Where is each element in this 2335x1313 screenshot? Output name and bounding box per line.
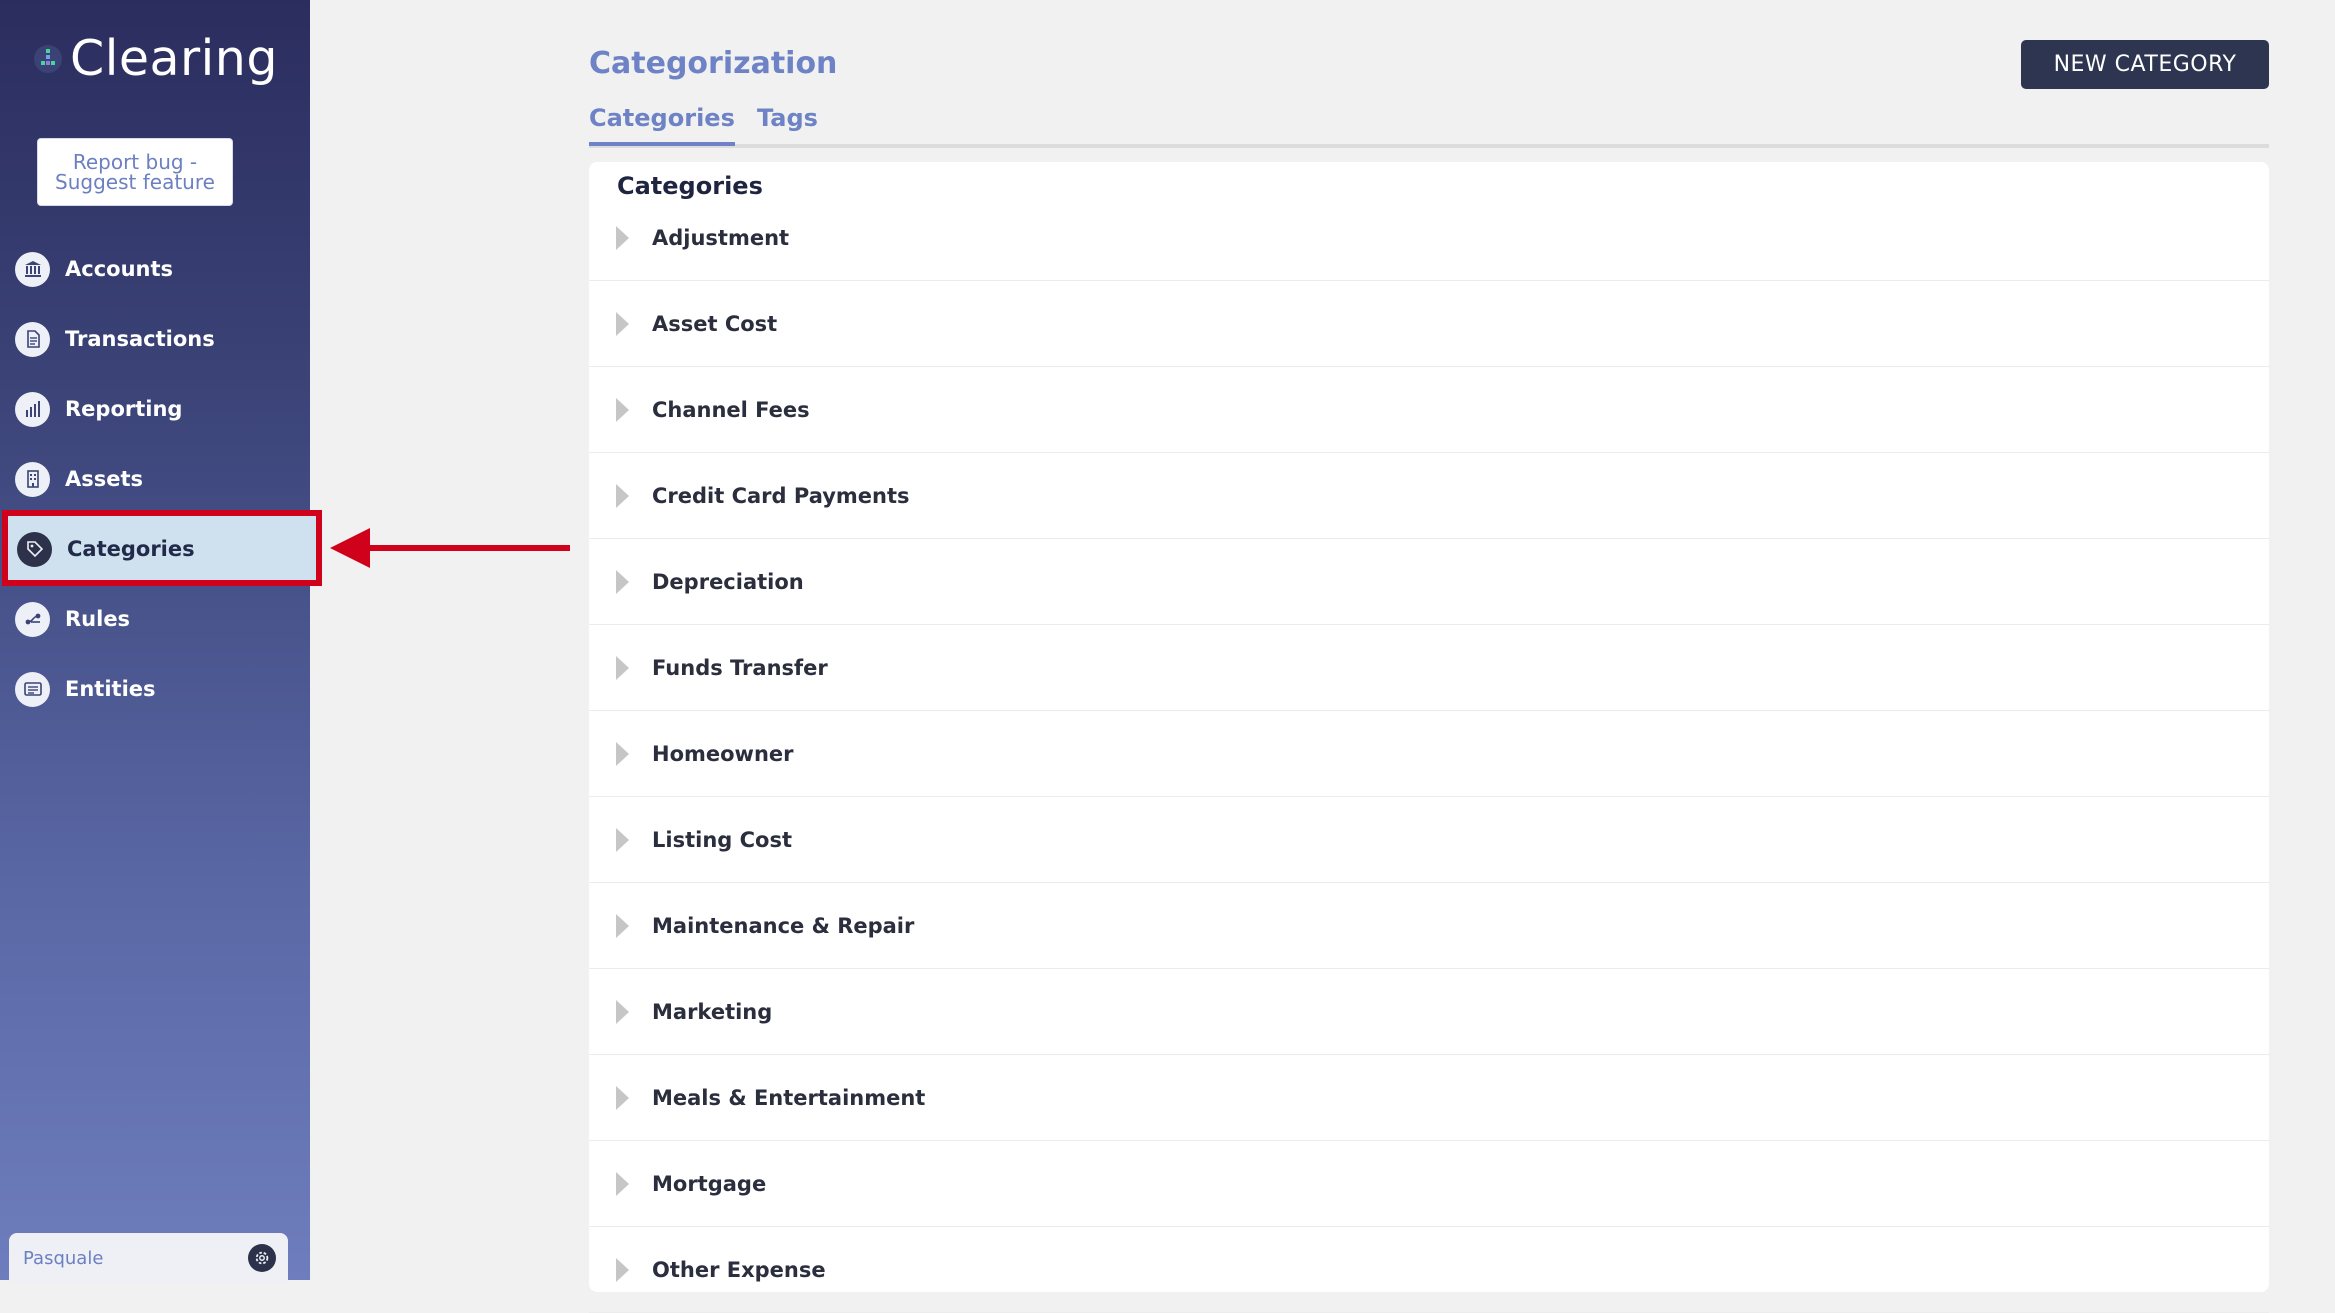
sidebar-item-transactions[interactable]: Transactions: [0, 304, 310, 374]
category-label: Channel Fees: [652, 398, 810, 422]
bank-icon: [15, 251, 50, 287]
category-row[interactable]: Asset Cost: [589, 282, 2269, 367]
category-label: Meals & Entertainment: [652, 1086, 926, 1110]
expand-caret-icon[interactable]: [616, 570, 629, 594]
category-label: Homeowner: [652, 742, 794, 766]
category-label: Depreciation: [652, 570, 804, 594]
sidebar-item-accounts[interactable]: Accounts: [0, 234, 310, 304]
tab-categories[interactable]: Categories: [589, 104, 735, 146]
app-logo[interactable]: Clearing: [32, 30, 278, 87]
category-row[interactable]: Marketing: [589, 970, 2269, 1055]
document-icon: [15, 321, 50, 357]
expand-caret-icon[interactable]: [616, 312, 629, 336]
category-row[interactable]: Meals & Entertainment: [589, 1056, 2269, 1141]
tab-tags[interactable]: Tags: [757, 104, 818, 142]
sidebar-item-assets[interactable]: Assets: [0, 444, 310, 514]
user-name: Pasquale: [23, 1247, 104, 1269]
sidebar-item-label: Categories: [67, 537, 195, 561]
report-bug-label-line1: Report bug -: [72, 150, 198, 174]
category-row[interactable]: Listing Cost: [589, 798, 2269, 883]
category-row[interactable]: Homeowner: [589, 712, 2269, 797]
category-label: Credit Card Payments: [652, 484, 910, 508]
building-icon: [15, 461, 50, 497]
expand-caret-icon[interactable]: [616, 1000, 629, 1024]
category-label: Adjustment: [652, 226, 790, 250]
expand-caret-icon[interactable]: [616, 226, 629, 250]
list-card-icon: [15, 671, 50, 707]
category-label: Funds Transfer: [652, 656, 828, 680]
expand-caret-icon[interactable]: [616, 1086, 629, 1110]
sidebar-item-rules[interactable]: Rules: [0, 584, 310, 654]
tab-bar: Categories Tags: [589, 104, 2269, 148]
logo-mark-icon: [34, 44, 62, 73]
category-row[interactable]: Funds Transfer: [589, 626, 2269, 711]
sidebar-item-label: Reporting: [65, 397, 183, 421]
expand-caret-icon[interactable]: [616, 484, 629, 508]
expand-caret-icon[interactable]: [616, 742, 629, 766]
report-bug-button[interactable]: Report bug - Suggest feature: [37, 138, 233, 206]
sidebar-item-reporting[interactable]: Reporting: [0, 374, 310, 444]
sidebar-item-label: Transactions: [65, 327, 215, 351]
expand-caret-icon[interactable]: [616, 656, 629, 680]
rules-icon: [15, 601, 50, 637]
category-label: Asset Cost: [652, 312, 778, 336]
category-row[interactable]: Maintenance & Repair: [589, 884, 2269, 969]
expand-caret-icon[interactable]: [616, 914, 629, 938]
settings-gear-icon[interactable]: [248, 1244, 276, 1272]
expand-caret-icon[interactable]: [616, 398, 629, 422]
app-name: Clearing: [70, 30, 278, 87]
sidebar-item-categories[interactable]: Categories: [2, 514, 318, 584]
category-row[interactable]: Other Expense: [589, 1228, 2269, 1313]
category-row[interactable]: Credit Card Payments: [589, 454, 2269, 539]
category-row[interactable]: Mortgage: [589, 1142, 2269, 1227]
sidebar-item-entities[interactable]: Entities: [0, 654, 310, 724]
expand-caret-icon[interactable]: [616, 1258, 629, 1282]
user-bar[interactable]: Pasquale: [9, 1233, 288, 1283]
category-label: Mortgage: [652, 1172, 767, 1196]
category-row[interactable]: Adjustment: [589, 196, 2269, 281]
sidebar-item-label: Entities: [65, 677, 156, 701]
new-category-button[interactable]: NEW CATEGORY: [2021, 40, 2269, 89]
sidebar-item-label: Rules: [65, 607, 131, 631]
sidebar: Clearing Report bug - Suggest feature Ac…: [0, 0, 318, 1283]
category-row[interactable]: Channel Fees: [589, 368, 2269, 453]
annotation-arrow-icon: [330, 528, 570, 568]
bar-chart-icon: [15, 391, 50, 427]
category-label: Other Expense: [652, 1258, 826, 1282]
category-row[interactable]: Depreciation: [589, 540, 2269, 625]
category-label: Marketing: [652, 1000, 773, 1024]
report-bug-label-line2: Suggest feature: [55, 170, 215, 194]
category-label: Listing Cost: [652, 828, 792, 852]
page-title: Categorization: [589, 46, 838, 81]
sidebar-item-label: Accounts: [65, 257, 174, 281]
categories-panel: Categories Adjustment Asset Cost Channel…: [589, 162, 2269, 1313]
sidebar-item-label: Assets: [65, 467, 144, 491]
category-label: Maintenance & Repair: [652, 914, 915, 938]
expand-caret-icon[interactable]: [616, 828, 629, 852]
expand-caret-icon[interactable]: [616, 1172, 629, 1196]
tag-icon: [17, 531, 52, 567]
